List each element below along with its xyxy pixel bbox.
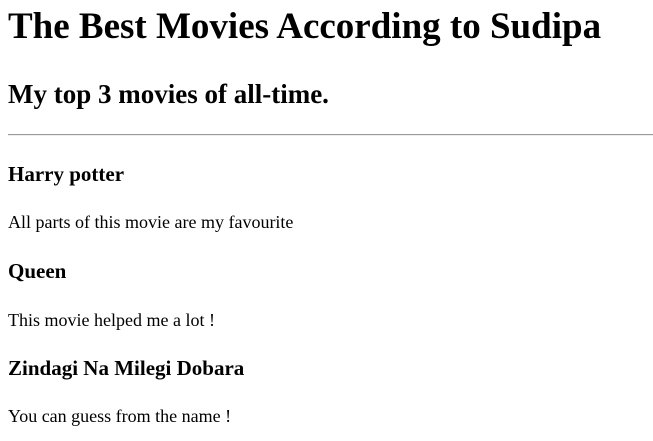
page-title: The Best Movies According to Sudipa [8,6,602,47]
movie-title-harry-potter: Harry potter [8,162,125,186]
movie-title-queen: Queen [8,259,67,283]
movie-title-zindagi-na-milegi-dobara: Zindagi Na Milegi Dobara [8,356,245,380]
divider [8,134,653,136]
page-subtitle: My top 3 movies of all-time. [8,79,329,109]
movie-description-queen: This movie helped me a lot ! [8,310,215,330]
movie-description-zindagi-na-milegi-dobara: You can guess from the name ! [8,406,232,426]
movie-description-harry-potter: All parts of this movie are my favourite [8,212,294,232]
